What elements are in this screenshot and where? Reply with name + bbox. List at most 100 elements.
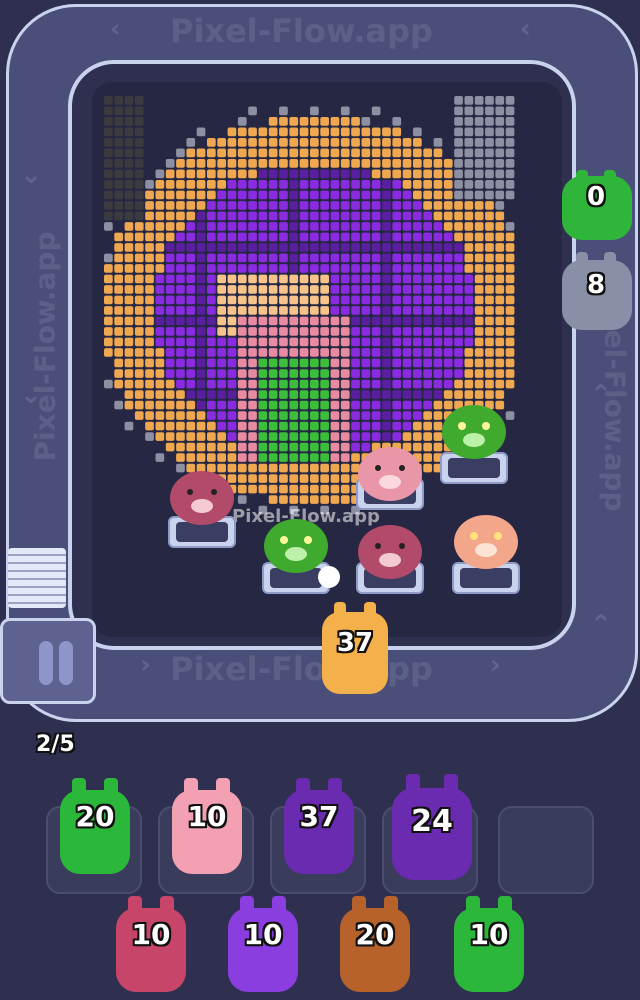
pixel-cell — [505, 169, 515, 179]
queue-pig[interactable]: 20 — [338, 894, 412, 994]
pixel-cell — [104, 222, 113, 231]
pixel-cell — [351, 127, 360, 137]
pixel-cell — [279, 474, 288, 483]
pixel-cell — [464, 138, 474, 147]
pixel-cell — [423, 201, 432, 210]
pixel-cell — [289, 442, 299, 452]
queue-pig[interactable]: 24 — [390, 772, 474, 882]
pixel-cell — [279, 253, 288, 263]
dispenser[interactable] — [0, 618, 96, 704]
pixel-cell — [371, 316, 381, 326]
pixel-cell — [268, 274, 278, 284]
pixel-cell — [299, 442, 309, 452]
board-pig-pink[interactable] — [356, 444, 424, 502]
pixel-cell — [433, 243, 443, 252]
pixel-cell — [237, 127, 247, 137]
board-pig-peach[interactable] — [452, 512, 520, 570]
pixel-cell — [124, 148, 134, 158]
pixel-cell — [474, 96, 484, 105]
pixel-cell — [392, 274, 402, 284]
pixel-cell — [330, 400, 340, 410]
pixel-cell — [402, 222, 412, 231]
pixel-cell — [258, 169, 268, 179]
game-screen: ‹ ‹ ⌄ ⌄ ⌃ ⌃ › › Pixel-Flow.app Pixel-Flo… — [0, 0, 640, 1000]
queue-pig[interactable]: 37 — [282, 776, 356, 876]
pixel-cell — [114, 169, 123, 179]
pixel-cell — [340, 484, 350, 494]
pixel-cell — [330, 264, 340, 273]
pixel-cell — [227, 127, 237, 137]
pixel-cell — [423, 211, 432, 221]
pixel-cell — [227, 327, 237, 336]
track-pig-grey[interactable]: 8 — [556, 250, 636, 336]
pixel-cell — [248, 369, 257, 378]
queue-pig[interactable]: 10 — [170, 776, 244, 876]
pixel-cell — [464, 201, 474, 210]
pixel-cell — [134, 390, 144, 399]
pixel-cell — [495, 169, 505, 179]
pixel-cell — [176, 379, 185, 389]
pixel-cell — [124, 253, 134, 263]
pixel-cell — [505, 369, 515, 378]
pixel-cell — [392, 127, 402, 137]
pixel-cell — [237, 243, 247, 252]
pixel-cell — [351, 421, 360, 431]
board-pig-green[interactable] — [440, 402, 508, 460]
pixel-cell — [495, 348, 505, 357]
queue-pig[interactable]: 10 — [452, 894, 526, 994]
queue-slot-empty[interactable] — [498, 806, 594, 894]
pixel-cell — [207, 432, 216, 441]
queue-pig-count: 10 — [187, 800, 227, 833]
pixel-cell — [423, 169, 432, 179]
pixel-cell — [155, 306, 165, 315]
board-pig-green[interactable] — [262, 516, 330, 574]
track-pig-green[interactable]: 0 — [556, 168, 636, 248]
pixel-cell — [495, 390, 505, 399]
pixel-cell — [392, 222, 402, 231]
pixel-cell — [433, 211, 443, 221]
pixel-cell — [361, 274, 371, 284]
queue-pig[interactable]: 10 — [226, 894, 300, 994]
track-arrow-icon: ‹ — [110, 14, 121, 44]
pixel-cell — [134, 264, 144, 273]
pixel-cell — [505, 379, 515, 389]
pixel-cell — [145, 348, 154, 357]
pixel-cell — [114, 337, 123, 347]
pixel-cell — [423, 243, 432, 252]
pixel-cell — [443, 316, 453, 326]
pixel-cell — [371, 306, 381, 315]
pixel-cell — [186, 211, 196, 221]
pixel-cell — [227, 264, 237, 273]
board-pig-mauve[interactable] — [356, 522, 424, 580]
pixel-cell — [104, 253, 113, 263]
pixel-cell — [340, 264, 350, 273]
launcher-pig[interactable]: 37 — [320, 600, 390, 696]
board-pig-mauve[interactable] — [168, 468, 236, 526]
pixel-cell — [237, 253, 247, 263]
pixel-cell — [207, 358, 216, 368]
pixel-cell — [258, 369, 268, 378]
pixel-cell — [237, 442, 247, 452]
pixel-cell — [268, 169, 278, 179]
pixel-cell — [165, 306, 175, 315]
pixel-cell — [248, 306, 257, 315]
pixel-cell — [114, 243, 123, 252]
pixel-cell — [485, 390, 494, 399]
pixel-cell — [114, 306, 123, 315]
track-arrow-icon: ‹ — [520, 14, 531, 44]
pixel-cell — [237, 327, 247, 336]
queue-pig[interactable]: 20 — [58, 776, 132, 876]
pixel-cell — [196, 379, 206, 389]
pixel-cell — [340, 337, 350, 347]
queue-pig[interactable]: 10 — [114, 894, 188, 994]
pixel-cell — [248, 327, 257, 336]
pixel-cell — [124, 264, 134, 273]
pixel-cell — [320, 253, 329, 263]
pixel-cell — [423, 369, 432, 378]
pixel-cell — [258, 316, 268, 326]
pixel-cell — [299, 201, 309, 210]
pixel-cell — [330, 253, 340, 263]
pixel-cell — [320, 180, 329, 189]
pixel-cell — [176, 421, 185, 431]
pixel-cell — [413, 400, 422, 410]
